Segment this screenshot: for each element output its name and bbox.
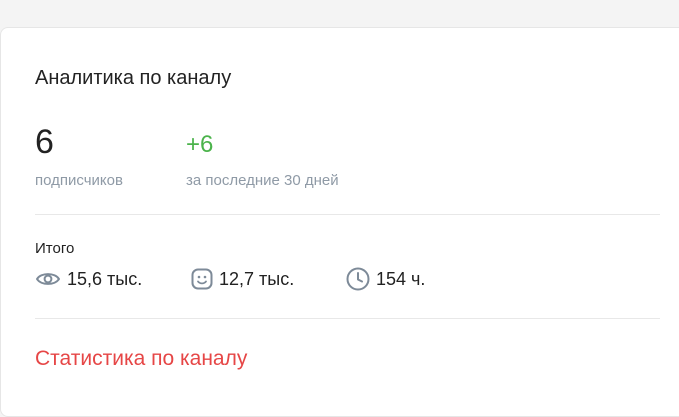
eye-icon [35, 269, 61, 289]
subscribers-caption: подписчиков [35, 172, 123, 189]
divider [35, 318, 660, 319]
reactions-metric: 12,7 тыс. [191, 266, 294, 292]
views-metric: 15,6 тыс. [35, 266, 142, 292]
watch-time-metric: 154 ч. [346, 266, 425, 292]
subscribers-count: 6 [35, 123, 54, 161]
divider [35, 214, 660, 215]
channel-analytics-card: Аналитика по каналу 6 подписчиков +6 за … [0, 27, 679, 417]
growth-caption: за последние 30 дней [186, 172, 339, 189]
views-value: 15,6 тыс. [67, 269, 143, 289]
clock-icon [346, 267, 370, 291]
smiley-icon [191, 268, 213, 290]
card-title: Аналитика по каналу [35, 67, 232, 89]
totals-label: Итого [35, 240, 75, 257]
reactions-value: 12,7 тыс. [219, 269, 295, 289]
watch-time-value: 154 ч. [376, 269, 426, 289]
subscribers-growth: +6 [186, 131, 214, 158]
channel-statistics-link[interactable]: Статистика по каналу [35, 346, 247, 372]
